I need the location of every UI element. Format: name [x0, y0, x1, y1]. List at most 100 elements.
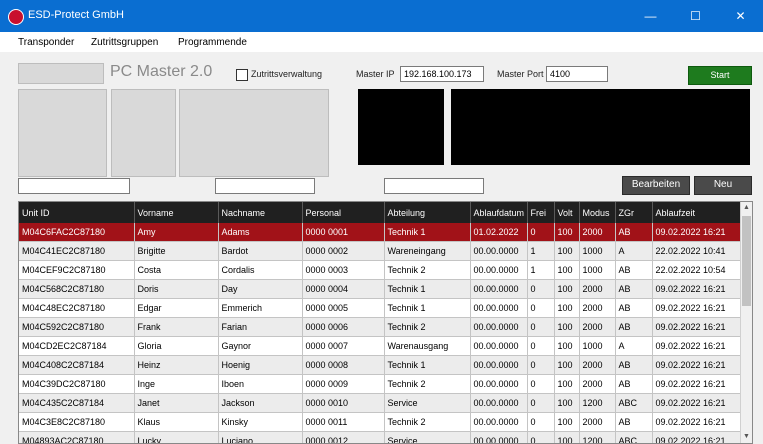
table-cell: M04C435C2C87184 [19, 394, 134, 413]
table-cell: 0000 0007 [302, 337, 384, 356]
table-cell: 00.00.0000 [470, 261, 527, 280]
table-row[interactable]: M04CD2EC2C87184GloriaGaynor0000 0007Ware… [19, 337, 744, 356]
table-cell: 2000 [579, 413, 615, 432]
table-cell: Emmerich [218, 299, 302, 318]
maximize-button[interactable]: ☐ [673, 0, 718, 32]
scroll-up-icon[interactable]: ▲ [741, 202, 752, 214]
table-cell: Inge [134, 375, 218, 394]
column-header[interactable]: Ablaufzeit [652, 202, 744, 223]
table-cell: 0 [527, 280, 554, 299]
filter-input-2[interactable] [215, 178, 315, 194]
minimize-button[interactable]: — [628, 0, 673, 32]
display-panel-small [358, 89, 444, 165]
column-header[interactable]: Ablaufdatum [470, 202, 527, 223]
table-cell: 2000 [579, 318, 615, 337]
table-cell: Technik 2 [384, 413, 470, 432]
table-row[interactable]: M04C41EC2C87180BrigitteBardot0000 0002Wa… [19, 242, 744, 261]
column-header[interactable]: Volt [554, 202, 579, 223]
table-cell: Wareneingang [384, 242, 470, 261]
table-cell: M04C408C2C87184 [19, 356, 134, 375]
table-cell: 0000 0010 [302, 394, 384, 413]
table-cell: Service [384, 394, 470, 413]
image-panel-3 [179, 89, 329, 177]
start-button[interactable]: Start [688, 66, 752, 85]
table-row[interactable]: M04CEF9C2C87180CostaCordalis0000 0003Tec… [19, 261, 744, 280]
zutrittsverwaltung-checkbox[interactable] [236, 69, 248, 81]
table-cell: 100 [554, 318, 579, 337]
column-header[interactable]: Abteilung [384, 202, 470, 223]
master-port-field[interactable]: 4100 [546, 66, 608, 82]
table-cell: 0000 0008 [302, 356, 384, 375]
table-cell: Gaynor [218, 337, 302, 356]
table-cell: M04C3E8C2C87180 [19, 413, 134, 432]
table-cell: AB [615, 223, 652, 242]
table-cell: 0000 0005 [302, 299, 384, 318]
table-cell: 1 [527, 261, 554, 280]
table-cell: A [615, 242, 652, 261]
table-row[interactable]: M04C6FAC2C87180AmyAdams0000 0001Technik … [19, 223, 744, 242]
table-cell: 0000 0003 [302, 261, 384, 280]
table-row[interactable]: M04C39DC2C87180IngeIboen0000 0009Technik… [19, 375, 744, 394]
app-brand-title: PC Master 2.0 [110, 63, 212, 81]
table-cell: 100 [554, 375, 579, 394]
column-header[interactable]: Nachname [218, 202, 302, 223]
table-cell: 00.00.0000 [470, 356, 527, 375]
table-row[interactable]: M04C435C2C87184JanetJackson0000 0010Serv… [19, 394, 744, 413]
table-cell: Service [384, 432, 470, 444]
table-row[interactable]: M04C48EC2C87180EdgarEmmerich0000 0005Tec… [19, 299, 744, 318]
column-header[interactable]: Modus [579, 202, 615, 223]
table-row[interactable]: M04C408C2C87184HeinzHoenig0000 0008Techn… [19, 356, 744, 375]
table-cell: 09.02.2022 16:21 [652, 337, 744, 356]
vertical-scrollbar[interactable]: ▲ ▼ [740, 202, 752, 443]
table-cell: 100 [554, 356, 579, 375]
table-cell: Technik 1 [384, 280, 470, 299]
menu-programmende[interactable]: Programmende [178, 37, 247, 48]
edit-button[interactable]: Bearbeiten [622, 176, 690, 195]
table-cell: 1200 [579, 394, 615, 413]
table-cell: AB [615, 356, 652, 375]
table-cell: 100 [554, 299, 579, 318]
table-cell: ABC [615, 432, 652, 444]
close-button[interactable]: ✕ [718, 0, 763, 32]
scroll-down-icon[interactable]: ▼ [741, 431, 752, 443]
table-cell: 22.02.2022 10:41 [652, 242, 744, 261]
column-header[interactable]: Personal [302, 202, 384, 223]
table-cell: 1 [527, 242, 554, 261]
new-button[interactable]: Neu [694, 176, 752, 195]
menu-zutrittsgruppen[interactable]: Zutrittsgruppen [91, 37, 158, 48]
table-cell: Brigitte [134, 242, 218, 261]
table-cell: Technik 1 [384, 223, 470, 242]
table-cell: 100 [554, 394, 579, 413]
column-header[interactable]: Vorname [134, 202, 218, 223]
filter-input-1[interactable] [18, 178, 130, 194]
table-cell: Technik 2 [384, 261, 470, 280]
table-cell: Technik 1 [384, 356, 470, 375]
table-cell: 100 [554, 337, 579, 356]
window-title: ESD-Protect GmbH [28, 9, 124, 21]
table-row[interactable]: M04893AC2C87180LuckyLuciano0000 0012Serv… [19, 432, 744, 444]
column-header[interactable]: Frei [527, 202, 554, 223]
scroll-thumb[interactable] [742, 216, 751, 306]
table-cell: A [615, 337, 652, 356]
table-cell: 2000 [579, 375, 615, 394]
table-cell: 09.02.2022 16:21 [652, 375, 744, 394]
table-cell: 1000 [579, 261, 615, 280]
transponder-table[interactable]: Unit IDVornameNachnamePersonalAbteilungA… [18, 201, 753, 444]
table-cell: 0000 0004 [302, 280, 384, 299]
menu-transponder[interactable]: Transponder [18, 37, 74, 48]
table-cell: 2000 [579, 356, 615, 375]
table-row[interactable]: M04C568C2C87180DorisDay0000 0004Technik … [19, 280, 744, 299]
table-cell: AB [615, 261, 652, 280]
table-cell: ABC [615, 394, 652, 413]
table-cell: 0 [527, 413, 554, 432]
table-row[interactable]: M04C3E8C2C87180KlausKinsky0000 0011Techn… [19, 413, 744, 432]
table-cell: 09.02.2022 16:21 [652, 223, 744, 242]
table-cell: Luciano [218, 432, 302, 444]
column-header[interactable]: Unit ID [19, 202, 134, 223]
table-cell: 0000 0012 [302, 432, 384, 444]
master-ip-field[interactable]: 192.168.100.173 [400, 66, 484, 82]
table-cell: 0 [527, 394, 554, 413]
table-row[interactable]: M04C592C2C87180FrankFarian0000 0006Techn… [19, 318, 744, 337]
column-header[interactable]: ZGr [615, 202, 652, 223]
filter-input-3[interactable] [384, 178, 484, 194]
